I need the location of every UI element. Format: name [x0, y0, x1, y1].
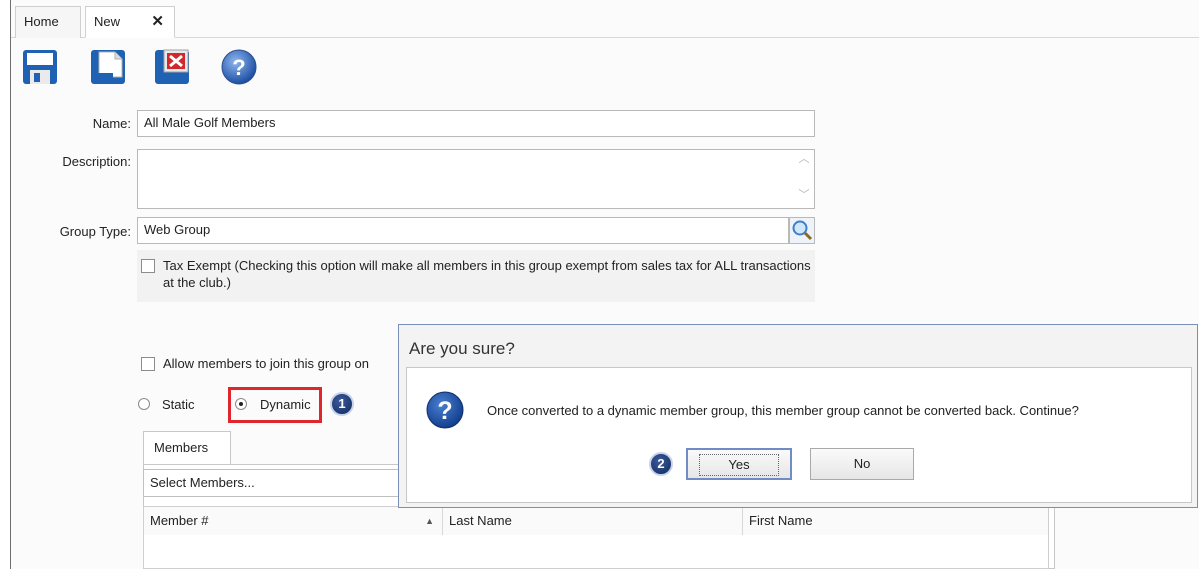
- yes-button-label: Yes: [699, 454, 779, 476]
- name-label: Name:: [92, 116, 131, 131]
- dialog-message: Once converted to a dynamic member group…: [487, 403, 1079, 418]
- confirm-dialog: Are you sure? ? Once converted to a dyna…: [398, 324, 1198, 508]
- static-label: Static: [162, 397, 195, 412]
- dialog-body: ? Once converted to a dynamic member gro…: [406, 367, 1192, 503]
- column-header-last-name-label: Last Name: [449, 513, 512, 528]
- svg-text:?: ?: [437, 397, 452, 425]
- scroll-down-icon[interactable]: ﹀: [795, 188, 813, 202]
- column-header-last-name[interactable]: Last Name: [443, 507, 743, 535]
- dialog-title: Are you sure?: [409, 339, 515, 358]
- description-field[interactable]: [137, 149, 815, 209]
- select-members-dropdown[interactable]: Select Members...: [143, 469, 409, 497]
- save-icon: [23, 50, 57, 84]
- tab-new[interactable]: New ✕: [85, 6, 175, 38]
- magnifier-icon: [792, 220, 813, 241]
- tab-bar: Home New ✕: [11, 0, 1199, 38]
- tax-exempt-checkbox[interactable]: [141, 259, 155, 273]
- tab-members[interactable]: Members: [143, 431, 231, 465]
- callout-1: 1: [330, 392, 354, 416]
- save-button[interactable]: [21, 47, 61, 87]
- tax-exempt-text: Tax Exempt (Checking this option will ma…: [163, 258, 811, 290]
- save-new-icon: [91, 50, 125, 84]
- description-scrollbar[interactable]: ︿ ﹀: [795, 152, 813, 206]
- allow-join-text: Allow members to join this group on: [163, 356, 369, 371]
- close-icon[interactable]: ✕: [151, 7, 164, 37]
- group-type-field[interactable]: Web Group: [137, 217, 789, 244]
- scroll-up-icon[interactable]: ︿: [795, 152, 813, 166]
- column-header-member-number[interactable]: Member # ▲: [144, 507, 443, 535]
- dynamic-radio[interactable]: [235, 398, 247, 410]
- delete-button[interactable]: [153, 47, 193, 87]
- static-radio[interactable]: [138, 398, 150, 410]
- save-new-button[interactable]: [89, 47, 129, 87]
- tab-home[interactable]: Home: [15, 6, 81, 38]
- help-icon: ?: [221, 49, 257, 85]
- tab-home-label: Home: [24, 14, 59, 29]
- column-header-first-name[interactable]: First Name: [743, 507, 1048, 535]
- column-header-member-number-label: Member #: [150, 513, 209, 528]
- yes-button[interactable]: Yes: [686, 448, 792, 480]
- dynamic-label: Dynamic: [260, 397, 311, 412]
- delete-icon: [155, 49, 189, 84]
- description-label: Description:: [62, 154, 131, 169]
- question-icon: ?: [426, 391, 464, 429]
- tab-members-label: Members: [154, 440, 209, 455]
- no-button-label: No: [853, 456, 871, 471]
- svg-text:?: ?: [232, 55, 245, 80]
- allow-join-checkbox[interactable]: [141, 357, 155, 371]
- column-header-first-name-label: First Name: [749, 513, 813, 528]
- name-field[interactable]: All Male Golf Members: [137, 110, 815, 137]
- help-button[interactable]: ?: [219, 47, 259, 87]
- callout-2: 2: [649, 452, 673, 476]
- sort-ascending-icon: ▲: [425, 516, 434, 526]
- group-type-label: Group Type:: [59, 224, 131, 239]
- tab-new-label: New: [94, 14, 121, 29]
- group-type-lookup-button[interactable]: [789, 217, 815, 244]
- no-button[interactable]: No: [810, 448, 914, 480]
